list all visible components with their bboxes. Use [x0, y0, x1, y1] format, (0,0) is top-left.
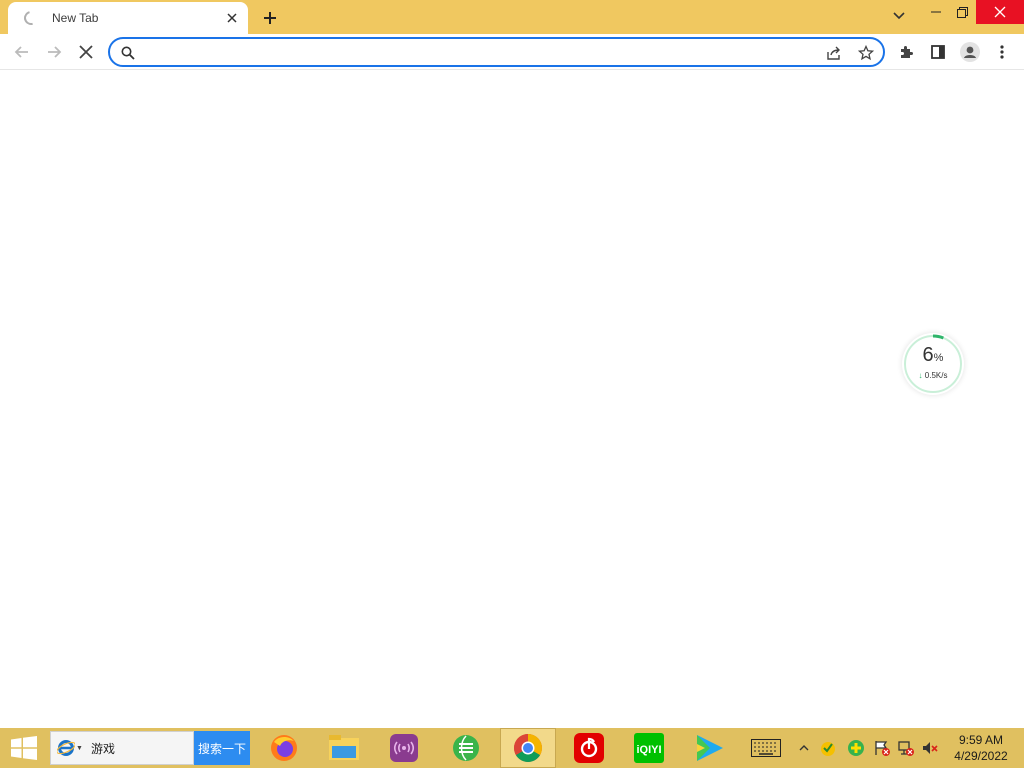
share-icon[interactable]: [824, 43, 844, 63]
back-button[interactable]: [8, 38, 36, 66]
taskbar-clock[interactable]: 9:59 AM 4/29/2022: [948, 732, 1014, 764]
taskbar-app-chrome[interactable]: [500, 728, 556, 768]
tab-strip: New Tab: [0, 0, 1024, 34]
chevron-down-icon[interactable]: ▼: [76, 745, 83, 752]
restore-button[interactable]: [948, 0, 976, 24]
netease-music-icon: [574, 733, 604, 763]
update-icon: [848, 740, 864, 756]
tray-network[interactable]: [896, 738, 916, 758]
stop-icon: [79, 45, 93, 59]
network-speed-widget[interactable]: 6% ↓ 0.5K/s: [902, 333, 964, 395]
network-icon: [898, 741, 914, 756]
taskbar-search-box[interactable]: ▼ 游戏: [50, 731, 194, 765]
more-icon: [1000, 45, 1004, 59]
speed-percent: 6%: [922, 344, 944, 366]
taskbar-app-iqiyi[interactable]: iQIYI: [621, 728, 677, 768]
address-input[interactable]: [144, 42, 804, 62]
clock-time: 9:59 AM: [958, 733, 1004, 747]
taskbar-app-video-player[interactable]: [681, 728, 737, 768]
stop-button[interactable]: [72, 38, 100, 66]
back-icon: [14, 46, 28, 58]
tab-new-tab[interactable]: New Tab: [8, 2, 248, 34]
taskbar-app-netease-music[interactable]: [561, 728, 617, 768]
tab-title: New Tab: [52, 11, 99, 25]
speed-rate: ↓ 0.5K/s: [918, 371, 948, 380]
chevron-up-icon: [799, 745, 809, 751]
forward-button[interactable]: [40, 38, 68, 66]
chrome-icon: [514, 734, 542, 762]
ie-icon: [57, 740, 75, 756]
new-tab-button[interactable]: [258, 6, 282, 30]
restore-icon: [956, 6, 968, 18]
browser-icon: [453, 735, 479, 761]
side-panel-icon: [931, 45, 945, 59]
more-button[interactable]: [988, 38, 1016, 66]
extensions-button[interactable]: [892, 38, 920, 66]
search-icon: [118, 43, 138, 63]
tray-volume[interactable]: [920, 738, 940, 758]
clock-date: 4/29/2022: [954, 749, 1008, 763]
minimize-icon: [931, 11, 941, 13]
taskbar-app-media[interactable]: [376, 728, 432, 768]
volume-muted-icon: [923, 742, 938, 754]
browser-toolbar: [0, 34, 1024, 70]
tray-update[interactable]: [846, 738, 866, 758]
file-explorer-icon: [329, 735, 359, 760]
flag-icon: [875, 741, 890, 756]
profile-button[interactable]: [956, 38, 984, 66]
search-submit-button[interactable]: 搜索一下: [194, 731, 250, 765]
close-icon: [994, 6, 1006, 18]
taskbar-touch-keyboard[interactable]: [738, 728, 794, 768]
profile-icon: [960, 42, 980, 62]
forward-icon: [48, 46, 62, 58]
media-icon: [390, 734, 418, 762]
tab-search-button[interactable]: [886, 4, 912, 28]
security-icon: [821, 742, 835, 756]
window-close-button[interactable]: [976, 0, 1024, 24]
chevron-down-icon: [893, 12, 905, 20]
start-button[interactable]: [0, 728, 48, 768]
close-icon[interactable]: [222, 8, 242, 28]
address-bar[interactable]: [108, 37, 885, 67]
firefox-icon: [271, 735, 297, 761]
video-player-icon: [697, 735, 723, 761]
keyboard-icon: [751, 739, 781, 757]
taskbar: ▼ 游戏 搜索一下 iQIYI 9:59 AM 4/29/2022: [0, 728, 1024, 768]
taskbar-app-browser[interactable]: [438, 728, 494, 768]
windows-icon: [11, 736, 37, 760]
star-icon[interactable]: [856, 43, 876, 63]
tray-security[interactable]: [818, 738, 838, 758]
download-arrow-icon: ↓: [918, 371, 923, 380]
minimize-button[interactable]: [922, 0, 950, 24]
iqiyi-icon: iQIYI: [634, 733, 664, 763]
loading-spinner-icon: [21, 8, 41, 28]
svg-text:iQIYI: iQIYI: [636, 744, 661, 756]
taskbar-app-firefox[interactable]: [256, 728, 312, 768]
tray-action-center[interactable]: [872, 738, 892, 758]
extensions-icon: [901, 46, 913, 58]
show-hidden-icons-button[interactable]: [794, 738, 814, 758]
search-query: 游戏: [90, 741, 115, 756]
side-panel-button[interactable]: [924, 38, 952, 66]
taskbar-app-file-explorer[interactable]: [316, 728, 372, 768]
page-content: [0, 71, 1024, 728]
